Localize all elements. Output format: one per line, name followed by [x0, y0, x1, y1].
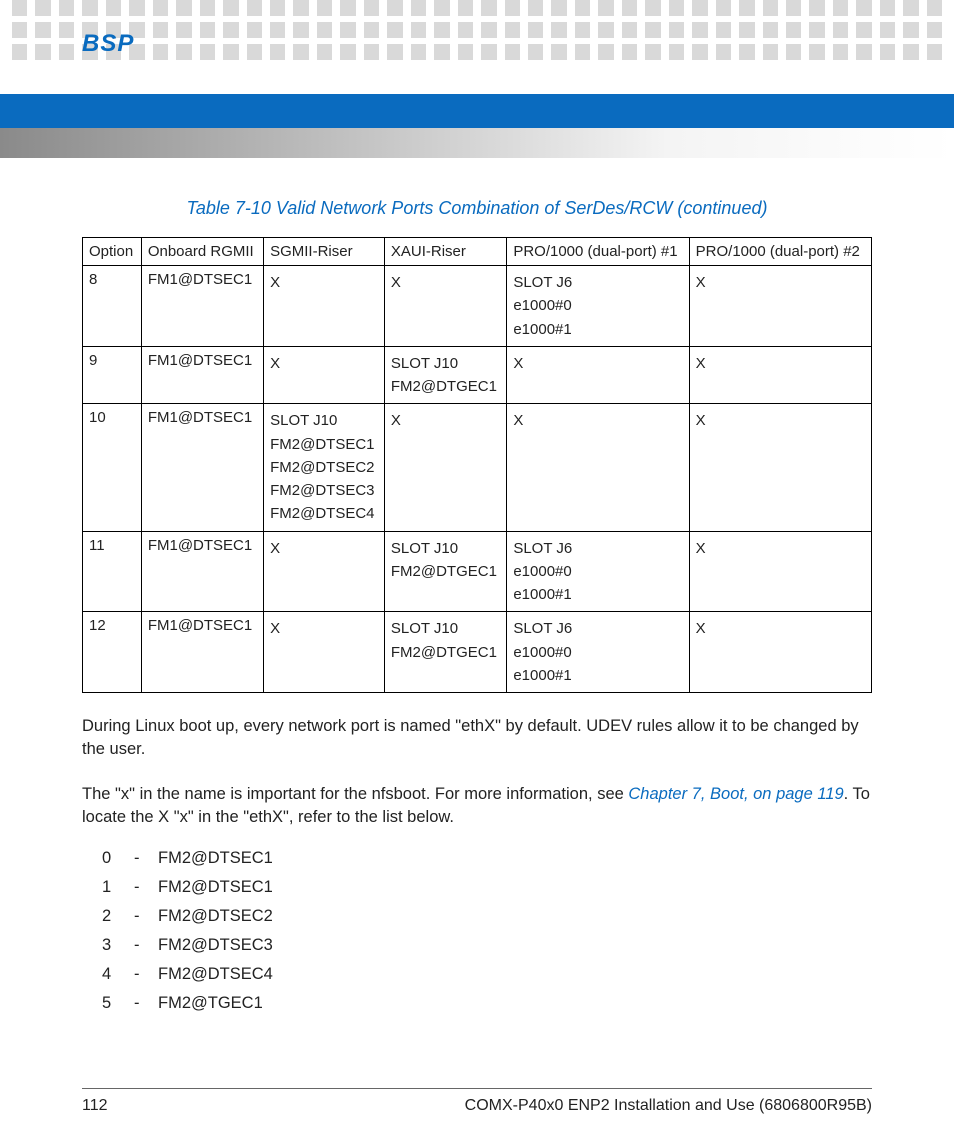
- cell-pro1: SLOT J6e1000#0e1000#1: [507, 266, 689, 347]
- list-item-dash: -: [134, 849, 140, 868]
- page-number: 112: [82, 1097, 108, 1115]
- cell-option: 9: [83, 346, 142, 404]
- col-pro1: PRO/1000 (dual-port) #1: [507, 238, 689, 266]
- paragraph-ethx: The "x" in the name is important for the…: [82, 783, 872, 829]
- cell-rgmii: FM1@DTSEC1: [141, 346, 263, 404]
- table-header-row: Option Onboard RGMII SGMII-Riser XAUI-Ri…: [83, 238, 872, 266]
- col-sgmii: SGMII-Riser: [264, 238, 385, 266]
- col-option: Option: [83, 238, 142, 266]
- cell-rgmii: FM1@DTSEC1: [141, 531, 263, 612]
- list-item: 5-FM2@TGEC1: [102, 994, 872, 1013]
- list-item: 4-FM2@DTSEC4: [102, 965, 872, 984]
- cell-option: 10: [83, 404, 142, 531]
- link-chapter-boot[interactable]: Chapter 7, Boot, on page 119: [628, 785, 843, 803]
- table-caption: Table 7-10 Valid Network Ports Combinati…: [82, 198, 872, 219]
- table-row: 9FM1@DTSEC1XSLOT J10FM2@DTGEC1XX: [83, 346, 872, 404]
- list-item-value: FM2@DTSEC2: [158, 907, 273, 926]
- table-row: 8FM1@DTSEC1XXSLOT J6e1000#0e1000#1X: [83, 266, 872, 347]
- cell-xaui: SLOT J10FM2@DTGEC1: [384, 531, 506, 612]
- cell-pro2: X: [689, 404, 871, 531]
- list-item-dash: -: [134, 878, 140, 897]
- cell-pro1: SLOT J6e1000#0e1000#1: [507, 531, 689, 612]
- cell-pro2: X: [689, 612, 871, 693]
- col-pro2: PRO/1000 (dual-port) #2: [689, 238, 871, 266]
- list-item: 2-FM2@DTSEC2: [102, 907, 872, 926]
- cell-sgmii: X: [264, 346, 385, 404]
- cell-rgmii: FM1@DTSEC1: [141, 612, 263, 693]
- list-item-value: FM2@DTSEC1: [158, 849, 273, 868]
- list-item-dash: -: [134, 936, 140, 955]
- table-row: 10FM1@DTSEC1SLOT J10FM2@DTSEC1FM2@DTSEC2…: [83, 404, 872, 531]
- header-gradient-bar: [0, 128, 954, 158]
- list-item: 1-FM2@DTSEC1: [102, 878, 872, 897]
- cell-option: 11: [83, 531, 142, 612]
- ethx-list: 0-FM2@DTSEC11-FM2@DTSEC12-FM2@DTSEC23-FM…: [102, 849, 872, 1013]
- cell-pro2: X: [689, 531, 871, 612]
- footer-rule: [82, 1088, 872, 1089]
- cell-xaui: X: [384, 266, 506, 347]
- list-item-value: FM2@DTSEC1: [158, 878, 273, 897]
- network-ports-table: Option Onboard RGMII SGMII-Riser XAUI-Ri…: [82, 237, 872, 693]
- cell-pro2: X: [689, 266, 871, 347]
- list-item-index: 4: [102, 965, 116, 984]
- doc-title: COMX-P40x0 ENP2 Installation and Use (68…: [465, 1097, 872, 1115]
- list-item-dash: -: [134, 994, 140, 1013]
- cell-xaui: SLOT J10FM2@DTGEC1: [384, 612, 506, 693]
- cell-pro1: SLOT J6e1000#0e1000#1: [507, 612, 689, 693]
- cell-rgmii: FM1@DTSEC1: [141, 266, 263, 347]
- list-item-dash: -: [134, 907, 140, 926]
- page-footer: 112 COMX-P40x0 ENP2 Installation and Use…: [0, 1080, 954, 1145]
- document-page: BSP Table 7-10 Valid Network Ports Combi…: [0, 0, 954, 1145]
- section-label: BSP: [82, 30, 134, 58]
- header-blue-bar: [0, 94, 954, 128]
- cell-sgmii: SLOT J10FM2@DTSEC1FM2@DTSEC2FM2@DTSEC3FM…: [264, 404, 385, 531]
- list-item-dash: -: [134, 965, 140, 984]
- cell-sgmii: X: [264, 531, 385, 612]
- cell-sgmii: X: [264, 266, 385, 347]
- list-item-value: FM2@DTSEC3: [158, 936, 273, 955]
- list-item-value: FM2@TGEC1: [158, 994, 263, 1013]
- cell-option: 12: [83, 612, 142, 693]
- cell-xaui: SLOT J10FM2@DTGEC1: [384, 346, 506, 404]
- col-xaui: XAUI-Riser: [384, 238, 506, 266]
- header-dots: BSP: [0, 0, 954, 94]
- cell-xaui: X: [384, 404, 506, 531]
- cell-option: 8: [83, 266, 142, 347]
- paragraph-ethx-pre: The "x" in the name is important for the…: [82, 785, 628, 803]
- list-item-index: 5: [102, 994, 116, 1013]
- list-item: 3-FM2@DTSEC3: [102, 936, 872, 955]
- list-item-index: 1: [102, 878, 116, 897]
- list-item: 0-FM2@DTSEC1: [102, 849, 872, 868]
- cell-pro1: X: [507, 404, 689, 531]
- paragraph-udev: During Linux boot up, every network port…: [82, 715, 872, 761]
- cell-pro1: X: [507, 346, 689, 404]
- col-rgmii: Onboard RGMII: [141, 238, 263, 266]
- list-item-index: 0: [102, 849, 116, 868]
- page-content: Table 7-10 Valid Network Ports Combinati…: [0, 158, 954, 1013]
- list-item-index: 2: [102, 907, 116, 926]
- cell-pro2: X: [689, 346, 871, 404]
- list-item-index: 3: [102, 936, 116, 955]
- table-row: 11FM1@DTSEC1XSLOT J10FM2@DTGEC1SLOT J6e1…: [83, 531, 872, 612]
- cell-sgmii: X: [264, 612, 385, 693]
- table-row: 12FM1@DTSEC1XSLOT J10FM2@DTGEC1SLOT J6e1…: [83, 612, 872, 693]
- list-item-value: FM2@DTSEC4: [158, 965, 273, 984]
- cell-rgmii: FM1@DTSEC1: [141, 404, 263, 531]
